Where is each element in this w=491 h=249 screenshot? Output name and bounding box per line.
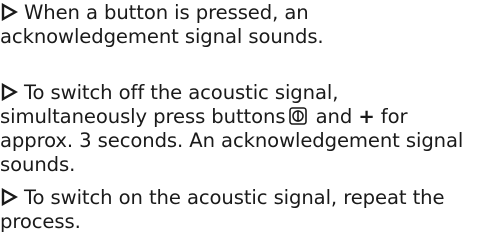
step-1-text-line-1: When a button is pressed, an: [24, 1, 309, 24]
step-2-for-text: for: [380, 105, 408, 128]
bullet-triangle-icon: [0, 3, 18, 21]
instruction-step-3: To switch on the acoustic signal, repeat…: [0, 186, 488, 234]
step-2-line-3: approx. 3 seconds. An acknowledgement si…: [0, 129, 464, 152]
step-2-line-4: sounds.: [0, 153, 76, 176]
step-1-line-2: acknowledgement signal sounds.: [0, 25, 324, 48]
instruction-step-2: To switch off the acoustic signal, simul…: [0, 81, 488, 177]
step-2-text-line-2: simultaneously press buttons: [0, 105, 286, 128]
step-1-line-1: When a button is pressed, an: [0, 1, 488, 25]
step-3-line-2: process.: [0, 210, 81, 233]
instruction-document: When a button is pressed, an acknowledge…: [0, 0, 491, 249]
step-3-text-line-1: To switch on the acoustic signal, repeat…: [24, 186, 445, 209]
step-3-line-1: To switch on the acoustic signal, repeat…: [0, 186, 488, 210]
bullet-triangle-icon: [0, 188, 18, 206]
step-2-and-text: and: [315, 105, 353, 128]
step-2-text-line-1: To switch off the acoustic signal,: [24, 81, 339, 104]
bullet-triangle-icon: [0, 83, 18, 101]
instruction-step-1: When a button is pressed, an acknowledge…: [0, 1, 488, 49]
step-2-line-1: To switch off the acoustic signal,: [0, 81, 488, 105]
power-button-icon: [289, 107, 308, 125]
plus-button-symbol: +: [358, 105, 375, 128]
step-2-line-2: simultaneously press buttons and + for: [0, 105, 488, 129]
